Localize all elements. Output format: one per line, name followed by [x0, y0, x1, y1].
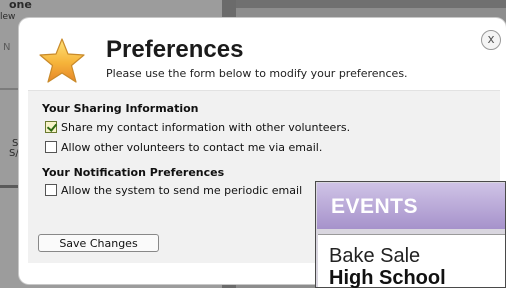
background-right-strip [236, 0, 506, 8]
allow-contact-label: Allow other volunteers to contact me via… [61, 140, 323, 154]
close-button[interactable]: x [481, 30, 501, 50]
share-contact-label: Share my contact information with other … [61, 120, 351, 134]
dialog-title: Preferences [106, 36, 244, 63]
share-contact-checkbox[interactable] [45, 121, 57, 133]
allow-contact-checkbox[interactable] [45, 141, 57, 153]
periodic-email-option[interactable]: Allow the system to send me periodic ema… [45, 183, 302, 197]
event-item[interactable]: High School [329, 267, 446, 288]
background-heading: one [9, 0, 32, 11]
background-divider [0, 88, 20, 90]
background-text: lew [0, 12, 16, 22]
event-item[interactable]: Bake Sale [329, 245, 420, 268]
periodic-email-checkbox[interactable] [45, 184, 57, 196]
sharing-section-heading: Your Sharing Information [42, 102, 199, 115]
events-header: EVENTS [317, 183, 505, 229]
events-widget: EVENTS Bake Sale High School [315, 181, 506, 288]
save-changes-button[interactable]: Save Changes [38, 234, 159, 252]
star-icon [39, 38, 85, 83]
background-text: S/ [9, 148, 19, 159]
background-divider [0, 185, 18, 188]
background-text: N [3, 42, 11, 53]
notification-section-heading: Your Notification Preferences [42, 166, 225, 179]
events-title: EVENTS [331, 195, 419, 218]
dialog-subtitle: Please use the form below to modify your… [106, 67, 408, 80]
allow-contact-option[interactable]: Allow other volunteers to contact me via… [45, 140, 322, 154]
periodic-email-label: Allow the system to send me periodic ema… [61, 183, 303, 197]
events-list: Bake Sale High School [318, 234, 505, 288]
share-contact-option[interactable]: Share my contact information with other … [45, 120, 350, 134]
